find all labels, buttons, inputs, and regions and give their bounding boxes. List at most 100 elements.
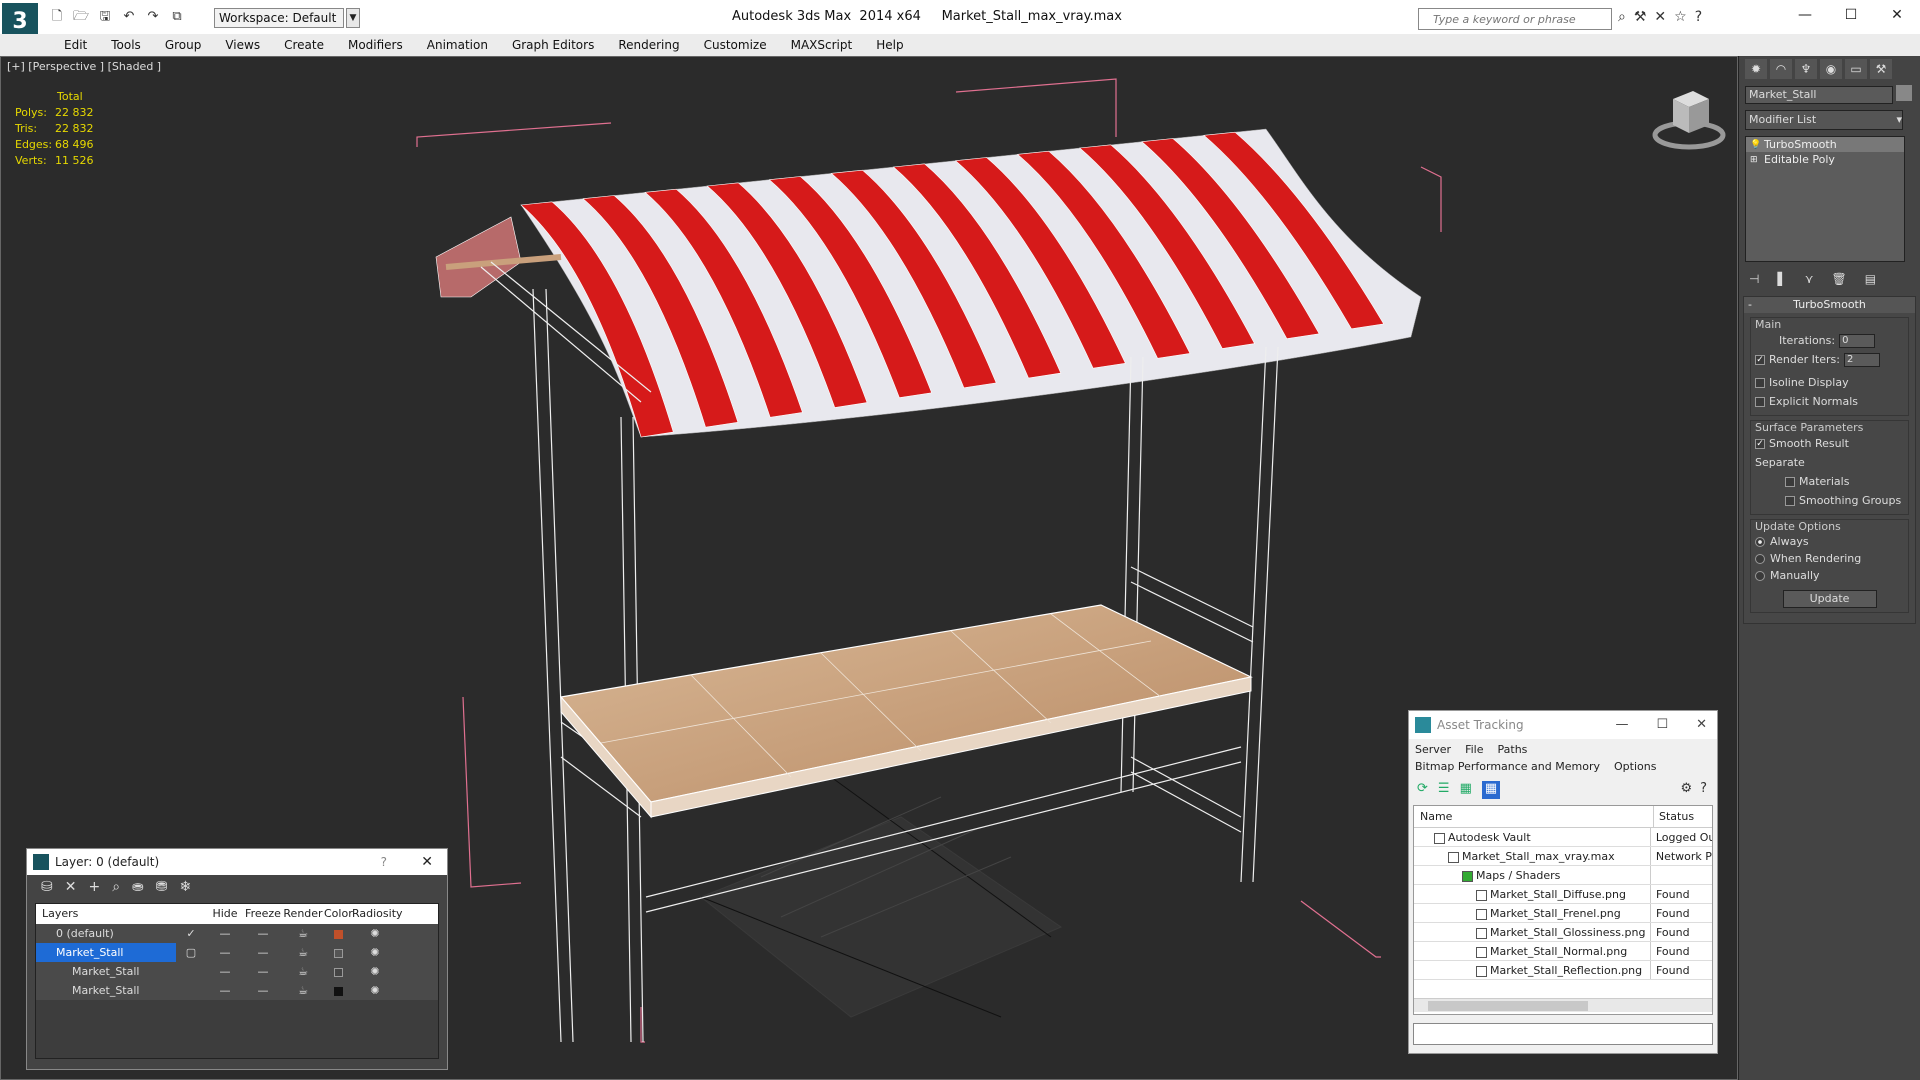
object-color-swatch[interactable]: [333, 986, 343, 996]
layer-row[interactable]: Market_Stall ▢ — — ☕ ✺: [36, 943, 438, 962]
col-layers[interactable]: Layers: [36, 904, 176, 924]
select-in-layer-icon[interactable]: ⌕: [112, 879, 120, 897]
menu-maxscript[interactable]: MAXScript: [779, 34, 865, 56]
scrollbar-thumb[interactable]: [1428, 1001, 1588, 1011]
menu-bitmap-performance[interactable]: Bitmap Performance and Memory: [1415, 760, 1600, 773]
menu-tools[interactable]: Tools: [99, 34, 153, 56]
object-name-field[interactable]: Market_Stall: [1745, 86, 1893, 104]
stack-item-turbosmooth[interactable]: 💡 TurboSmooth: [1746, 137, 1904, 152]
modifier-list-dropdown[interactable]: Modifier List ▾: [1745, 110, 1903, 130]
col-status[interactable]: Status: [1654, 806, 1694, 827]
minimize-icon[interactable]: —: [1782, 0, 1828, 30]
create-tab-icon[interactable]: ✹: [1745, 59, 1767, 79]
project-folder-icon[interactable]: ⧉: [168, 8, 186, 26]
expand-plus-icon[interactable]: ⊞: [1750, 153, 1758, 168]
asset-row[interactable]: Market_Stall_Normal.png Found: [1414, 942, 1712, 961]
minimize-icon[interactable]: —: [1615, 711, 1628, 739]
hide-toggle[interactable]: —: [206, 943, 244, 962]
col-radiosity[interactable]: Radiosity: [352, 904, 403, 924]
stack-item-editable-poly[interactable]: ⊞ Editable Poly: [1746, 152, 1904, 167]
object-name[interactable]: Market_Stall: [36, 962, 176, 981]
maximize-icon[interactable]: ☐: [1656, 711, 1668, 739]
layer-name[interactable]: 0 (default): [36, 924, 176, 943]
close-icon[interactable]: ✕: [1696, 711, 1707, 739]
layer-row[interactable]: Market_Stall — — ☕ ✺: [36, 962, 438, 981]
create-layer-icon[interactable]: ⛁: [41, 879, 53, 897]
display-tab-icon[interactable]: ▭: [1845, 59, 1867, 79]
render-teapot-icon[interactable]: ☕: [282, 943, 324, 962]
render-iters-checkbox[interactable]: ✓: [1755, 354, 1765, 365]
modify-tab-icon[interactable]: ◠: [1770, 59, 1792, 79]
render-teapot-icon[interactable]: ☕: [282, 981, 324, 1000]
smooth-result-checkbox[interactable]: ✓: [1755, 438, 1765, 449]
help-icon[interactable]: ?: [381, 849, 387, 875]
list-view-icon[interactable]: ☰: [1438, 781, 1450, 799]
iterations-spinner[interactable]: 0: [1839, 333, 1876, 348]
hide-toggle[interactable]: —: [206, 981, 244, 1000]
materials-checkbox[interactable]: [1785, 476, 1795, 487]
save-icon[interactable]: 🖫: [96, 8, 114, 26]
radiosity-icon[interactable]: ✺: [352, 924, 398, 943]
menu-animation[interactable]: Animation: [415, 34, 500, 56]
undo-icon[interactable]: ↶: [120, 8, 138, 26]
menu-help[interactable]: Help: [864, 34, 915, 56]
help-icon[interactable]: ?: [1695, 9, 1702, 25]
menu-graph-editors[interactable]: Graph Editors: [500, 34, 606, 56]
manually-radio[interactable]: [1755, 570, 1765, 581]
table-view-icon[interactable]: ▦: [1481, 781, 1501, 799]
menu-server[interactable]: Server: [1415, 743, 1451, 756]
utilities-tab-icon[interactable]: ⚒: [1870, 59, 1892, 79]
delete-layer-icon[interactable]: ✕: [65, 879, 77, 897]
favorites-star-icon[interactable]: ☆: [1674, 9, 1687, 25]
asset-row[interactable]: Market_Stall_Glossiness.png Found: [1414, 923, 1712, 942]
hierarchy-tab-icon[interactable]: ♆: [1795, 59, 1817, 79]
col-name[interactable]: Name: [1414, 806, 1654, 827]
menu-modifiers[interactable]: Modifiers: [336, 34, 415, 56]
smoothing-groups-checkbox[interactable]: [1785, 495, 1795, 506]
update-button[interactable]: Update: [1782, 590, 1877, 608]
layer-color-swatch[interactable]: [333, 948, 343, 958]
menu-create[interactable]: Create: [272, 34, 336, 56]
new-file-icon[interactable]: 🗋: [48, 8, 66, 26]
active-layer-box[interactable]: ▢: [176, 943, 206, 962]
close-icon[interactable]: ✕: [1874, 0, 1920, 30]
freeze-toggle[interactable]: —: [244, 943, 282, 962]
refresh-icon[interactable]: ⟳: [1417, 781, 1428, 799]
motion-tab-icon[interactable]: ◉: [1820, 59, 1842, 79]
menu-file[interactable]: File: [1465, 743, 1483, 756]
close-icon[interactable]: ✕: [421, 849, 433, 875]
layer-name[interactable]: Market_Stall: [36, 943, 176, 962]
make-unique-icon[interactable]: ⋎: [1805, 272, 1814, 286]
layer-color-swatch[interactable]: [333, 929, 343, 939]
col-render[interactable]: Render: [282, 904, 324, 924]
show-end-result-icon[interactable]: ▌: [1777, 272, 1786, 286]
configure-modifier-sets-icon[interactable]: ▤: [1865, 272, 1876, 286]
vault-connect-icon[interactable]: ⚙: [1680, 781, 1692, 796]
menu-paths[interactable]: Paths: [1498, 743, 1528, 756]
subscription-icon[interactable]: ⚒: [1634, 9, 1647, 25]
object-name[interactable]: Market_Stall: [36, 981, 176, 1000]
viewport-label[interactable]: [+] [Perspective ] [Shaded ]: [7, 60, 161, 73]
communication-icon[interactable]: ✕: [1654, 9, 1666, 25]
binoculars-icon[interactable]: ⌕: [1618, 9, 1626, 25]
add-to-layer-icon[interactable]: +: [88, 879, 100, 897]
freeze-toggle[interactable]: —: [244, 981, 282, 1000]
menu-views[interactable]: Views: [213, 34, 272, 56]
menu-group[interactable]: Group: [153, 34, 214, 56]
menu-options[interactable]: Options: [1614, 760, 1656, 773]
menu-edit[interactable]: Edit: [52, 34, 99, 56]
layer-row[interactable]: 0 (default) ✓ — — ☕ ✺: [36, 924, 438, 943]
col-hide[interactable]: Hide: [206, 904, 244, 924]
viewcube-icon[interactable]: [1649, 85, 1729, 155]
maximize-icon[interactable]: ☐: [1828, 0, 1874, 30]
always-radio[interactable]: [1755, 536, 1765, 547]
hide-toggle[interactable]: —: [206, 962, 244, 981]
asset-row[interactable]: Autodesk Vault Logged Ou: [1414, 828, 1712, 847]
hide-toggle[interactable]: —: [206, 924, 244, 943]
object-color-swatch[interactable]: [1896, 85, 1912, 101]
radiosity-icon[interactable]: ✺: [352, 943, 398, 962]
radiosity-icon[interactable]: ✺: [352, 962, 398, 981]
horizontal-scrollbar[interactable]: [1414, 998, 1712, 1012]
radiosity-icon[interactable]: ✺: [352, 981, 398, 1000]
layer-row[interactable]: Market_Stall — — ☕ ✺: [36, 981, 438, 1000]
